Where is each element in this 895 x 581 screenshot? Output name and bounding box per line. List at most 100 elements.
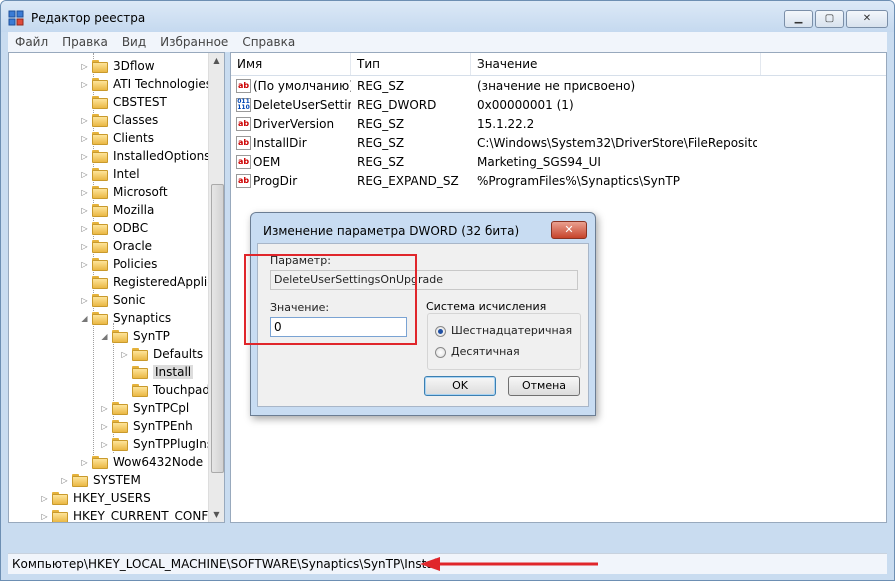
tree-item[interactable]: ▷ Classes <box>80 111 158 129</box>
column-header-type[interactable]: Тип <box>351 53 471 75</box>
collapsed-arrow-icon[interactable]: ▷ <box>80 62 89 71</box>
maximize-button[interactable]: ▢ <box>815 10 844 28</box>
tree-item[interactable]: ▷ 3Dflow <box>80 57 154 75</box>
collapsed-arrow-icon[interactable]: ▷ <box>80 170 89 179</box>
dec-radio[interactable] <box>435 347 446 358</box>
tree-item[interactable]: ◢ Synaptics <box>80 309 171 327</box>
column-header-data[interactable]: Значение <box>471 53 761 75</box>
tree-item[interactable]: ▷ Defaults <box>120 345 203 363</box>
menu-favorites[interactable]: Избранное <box>153 35 235 49</box>
tree-item[interactable]: ▷ SynTPCpl <box>100 399 189 417</box>
ok-button[interactable]: OK <box>424 376 496 396</box>
collapsed-arrow-icon[interactable]: ▷ <box>100 422 109 431</box>
close-button[interactable]: ✕ <box>846 10 888 28</box>
tree-item[interactable]: CBSTEST <box>80 93 167 111</box>
menu-bar: Файл Правка Вид Избранное Справка <box>8 32 887 52</box>
collapsed-arrow-icon[interactable] <box>120 386 129 395</box>
collapsed-arrow-icon[interactable]: ▷ <box>80 296 89 305</box>
collapsed-arrow-icon[interactable]: ▷ <box>120 350 129 359</box>
collapsed-arrow-icon[interactable] <box>120 368 129 377</box>
collapsed-arrow-icon[interactable] <box>80 98 89 107</box>
tree-item-label: SYSTEM <box>93 473 141 487</box>
menu-view[interactable]: Вид <box>115 35 153 49</box>
tree-item-label: SynTPPlugIns <box>133 437 214 451</box>
menu-help[interactable]: Справка <box>235 35 302 49</box>
collapsed-arrow-icon[interactable]: ▷ <box>80 224 89 233</box>
value-type-cell: REG_SZ <box>357 136 405 150</box>
tree-item-label: ODBC <box>113 221 149 235</box>
hex-radio[interactable] <box>435 326 446 337</box>
tree-item[interactable]: ▷ SynTPPlugIns <box>100 435 213 453</box>
folder-icon <box>92 275 108 289</box>
collapsed-arrow-icon[interactable]: ▷ <box>40 494 49 503</box>
tree-item[interactable]: Touchpadh <box>120 381 218 399</box>
tree-item[interactable]: ▷ ATI Technologies <box>80 75 212 93</box>
tree-item[interactable]: ▷ HKEY_USERS <box>40 489 150 507</box>
collapsed-arrow-icon[interactable]: ▷ <box>80 242 89 251</box>
collapsed-arrow-icon[interactable]: ▷ <box>80 116 89 125</box>
tree-item[interactable]: ▷ Microsoft <box>80 183 167 201</box>
tree-item[interactable]: ▷ Wow6432Node <box>80 453 203 471</box>
table-row[interactable]: ab OEM REG_SZ Marketing_SGS94_UI <box>231 153 886 172</box>
collapsed-arrow-icon[interactable]: ▷ <box>80 134 89 143</box>
tree-item[interactable]: ▷ Clients <box>80 129 154 147</box>
tree-item[interactable]: ▷ SYSTEM <box>60 471 141 489</box>
dec-radio-label[interactable]: Десятичная <box>451 345 520 358</box>
collapsed-arrow-icon[interactable]: ▷ <box>80 188 89 197</box>
expanded-arrow-icon[interactable]: ◢ <box>80 314 89 323</box>
table-row[interactable]: ab InstallDir REG_SZ C:\Windows\System32\Dr… <box>231 134 886 153</box>
tree-item-label: Install <box>153 365 194 379</box>
tree-item-label: InstalledOptions <box>113 149 211 163</box>
value-type-cell: REG_DWORD <box>357 98 437 112</box>
title-bar[interactable]: Редактор реестра ▁ ▢ ✕ <box>1 1 894 32</box>
table-row[interactable]: 011 110DeleteUserSettin... REG_DWORD 0x000… <box>231 96 886 115</box>
scroll-up-icon[interactable]: ▲ <box>209 53 224 68</box>
collapsed-arrow-icon[interactable]: ▷ <box>80 152 89 161</box>
tree-scrollbar[interactable]: ▲ ▼ <box>208 53 224 522</box>
column-headers: Имя Тип Значение <box>231 53 886 76</box>
collapsed-arrow-icon[interactable]: ▷ <box>80 260 89 269</box>
dialog-close-button[interactable]: ✕ <box>551 221 587 239</box>
column-header-name[interactable]: Имя <box>231 53 351 75</box>
tree-item[interactable]: Install <box>120 363 194 381</box>
menu-edit[interactable]: Правка <box>55 35 115 49</box>
menu-file[interactable]: Файл <box>8 35 55 49</box>
tree-item[interactable]: RegisteredApplica <box>80 273 221 291</box>
tree-item[interactable]: ▷ Intel <box>80 165 139 183</box>
tree-item[interactable]: ▷ Mozilla <box>80 201 154 219</box>
value-type-cell: REG_EXPAND_SZ <box>357 174 459 188</box>
minimize-button[interactable]: ▁ <box>784 10 813 28</box>
value-data-cell: C:\Windows\System32\DriverStore\FileRepo… <box>477 136 757 150</box>
tree-item[interactable]: ▷ Policies <box>80 255 157 273</box>
scroll-down-icon[interactable]: ▼ <box>209 507 224 522</box>
tree-item[interactable]: ▷ Sonic <box>80 291 145 309</box>
scrollbar-thumb[interactable] <box>211 184 224 473</box>
table-row[interactable]: ab DriverVersion REG_SZ 15.1.22.2 <box>231 115 886 134</box>
collapsed-arrow-icon[interactable]: ▷ <box>100 440 109 449</box>
folder-icon <box>92 113 108 127</box>
folder-icon <box>92 257 108 271</box>
tree-item[interactable]: ◢ SynTP <box>100 327 169 345</box>
tree-item-label: Oracle <box>113 239 153 253</box>
tree-item[interactable]: ▷ ODBC <box>80 219 148 237</box>
expanded-arrow-icon[interactable]: ◢ <box>100 332 109 341</box>
collapsed-arrow-icon[interactable]: ▷ <box>80 206 89 215</box>
table-row[interactable]: ab ProgDir REG_EXPAND_SZ %ProgramFiles%\Syn… <box>231 172 886 191</box>
tree-item-label: Classes <box>113 113 159 127</box>
collapsed-arrow-icon[interactable]: ▷ <box>60 476 69 485</box>
collapsed-arrow-icon[interactable]: ▷ <box>100 404 109 413</box>
table-row[interactable]: ab (По умолчанию) REG_SZ (значение не присв… <box>231 77 886 96</box>
collapsed-arrow-icon[interactable]: ▷ <box>80 80 89 89</box>
tree-item[interactable]: ▷ HKEY_CURRENT_CONFIG <box>40 507 221 522</box>
collapsed-arrow-icon[interactable] <box>80 278 89 287</box>
hex-radio-label[interactable]: Шестнадцатеричная <box>451 324 572 337</box>
collapsed-arrow-icon[interactable]: ▷ <box>80 458 89 467</box>
key-tree[interactable]: ▷ 3Dflow ▷ ATI Technologies CBSTEST ▷ Classes ▷… <box>8 52 225 523</box>
tree-item[interactable]: ▷ InstalledOptions <box>80 147 210 165</box>
tree-item[interactable]: ▷ Oracle <box>80 237 152 255</box>
tree-item[interactable]: ▷ SynTPEnh <box>100 417 192 435</box>
collapsed-arrow-icon[interactable]: ▷ <box>40 512 49 521</box>
folder-icon <box>92 149 108 163</box>
cancel-button[interactable]: Отмена <box>508 376 580 396</box>
value-name-cell: InstallDir <box>253 136 307 150</box>
